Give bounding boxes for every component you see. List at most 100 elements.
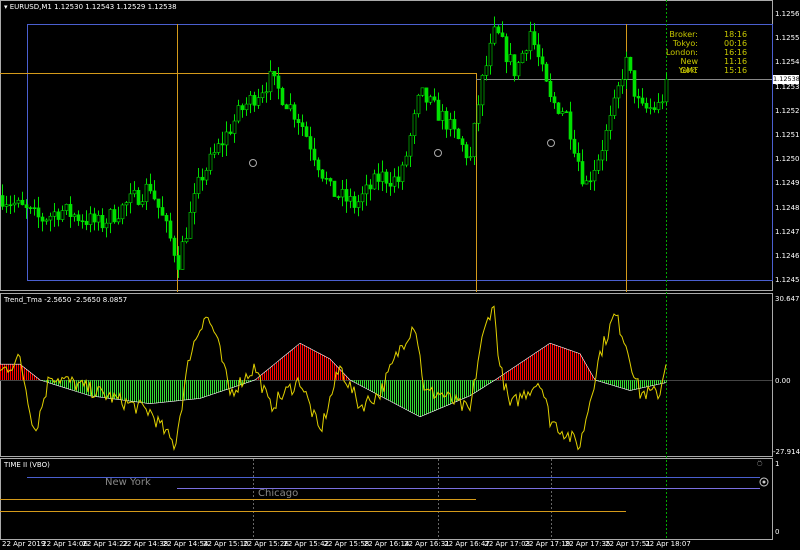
candle xyxy=(104,222,109,229)
candle xyxy=(568,111,573,140)
candle xyxy=(596,159,601,171)
time-label: 22 Apr 2019 xyxy=(2,540,46,548)
candle xyxy=(192,193,197,213)
candle xyxy=(164,215,169,222)
candle xyxy=(188,212,193,239)
candle xyxy=(240,105,245,111)
candle xyxy=(624,56,629,80)
candle xyxy=(524,50,529,54)
mouse-icon[interactable]: ⍥ xyxy=(757,460,762,470)
candle xyxy=(148,183,153,192)
candle xyxy=(356,201,361,208)
candle xyxy=(132,190,137,195)
candle xyxy=(228,131,233,134)
candle xyxy=(208,153,213,171)
symbol-title: EURUSD,M1 xyxy=(9,3,52,11)
symbol-header: ▾ EURUSD,M1 1.12530 1.12543 1.12529 1.12… xyxy=(4,3,177,11)
candle xyxy=(312,148,317,161)
candle xyxy=(12,202,17,206)
candle xyxy=(224,131,229,146)
candle xyxy=(352,196,357,208)
target-icon-dot xyxy=(762,480,766,484)
session-label-chicago: Chicago xyxy=(258,488,299,499)
candle xyxy=(180,241,185,270)
candle xyxy=(384,171,389,184)
candle xyxy=(160,207,165,216)
candle xyxy=(68,203,73,217)
candle xyxy=(452,119,457,130)
candle xyxy=(408,135,413,157)
time-label: 22 Apr 14:06 xyxy=(42,540,88,548)
candle xyxy=(516,62,521,77)
candle xyxy=(552,96,557,104)
clock-panel: Broker: 18:16 Tokyo: 00:16 London: 16:16 New Y… xyxy=(660,30,750,80)
candle xyxy=(532,31,537,46)
candle xyxy=(184,238,189,243)
candle xyxy=(200,176,205,181)
time-pane-top-label: 1 xyxy=(775,460,780,468)
time-label: 22 Apr 17:35 xyxy=(564,540,611,548)
time-label: 22 Apr 15:42 xyxy=(283,540,330,548)
candle xyxy=(412,113,417,136)
candle xyxy=(572,138,577,154)
candle xyxy=(36,207,41,218)
time-pane-bottom-label: 0 xyxy=(775,528,780,536)
candle xyxy=(264,91,269,94)
clock-time: 11:16 xyxy=(724,57,748,66)
candle xyxy=(484,65,489,76)
candle xyxy=(112,209,117,223)
candle xyxy=(196,176,201,194)
indicator-zero-label: 0.00 xyxy=(775,377,791,385)
candle xyxy=(272,70,277,77)
candle xyxy=(424,87,429,103)
indicator-min-label: -27.9143 xyxy=(773,448,800,456)
candle xyxy=(620,79,625,87)
price-label: 1.12475 xyxy=(775,227,800,236)
time-label: 22 Apr 17:51 xyxy=(605,540,651,548)
price-label: 1.12525 xyxy=(775,106,800,115)
main-chart-frame xyxy=(0,0,773,291)
candle xyxy=(344,189,349,202)
candle xyxy=(320,169,325,179)
candle xyxy=(0,195,5,207)
candle xyxy=(16,199,21,204)
candle xyxy=(268,70,273,93)
candle xyxy=(220,143,225,146)
candle xyxy=(636,96,641,99)
candle xyxy=(24,204,29,208)
dropdown-icon[interactable]: ▾ xyxy=(4,3,8,11)
candle xyxy=(212,152,217,155)
candle xyxy=(284,104,289,110)
candle xyxy=(500,32,505,37)
candle xyxy=(616,85,621,99)
candle xyxy=(96,215,101,223)
time-pane-title: TIME II (VBO) xyxy=(4,461,50,469)
candle xyxy=(128,193,133,203)
candle xyxy=(448,119,453,130)
chart-canvas[interactable] xyxy=(0,0,800,550)
candle xyxy=(48,215,53,221)
candle xyxy=(628,56,633,71)
candle xyxy=(120,204,125,220)
candle xyxy=(32,207,37,209)
candle xyxy=(536,44,541,58)
candle xyxy=(456,128,461,140)
candle xyxy=(368,184,373,190)
candle xyxy=(56,211,61,220)
candle xyxy=(156,198,161,208)
candle xyxy=(76,214,81,222)
candle xyxy=(508,54,513,63)
candle xyxy=(8,204,13,207)
candle xyxy=(444,110,449,130)
candle xyxy=(644,102,649,109)
candle xyxy=(656,102,661,110)
candle xyxy=(544,63,549,82)
candle xyxy=(52,211,57,217)
candle xyxy=(124,202,129,206)
candle xyxy=(372,173,377,190)
candle xyxy=(360,193,365,203)
candle xyxy=(472,122,477,157)
price-label: 1.12505 xyxy=(775,155,800,164)
candle xyxy=(488,42,493,67)
candle xyxy=(612,97,617,116)
